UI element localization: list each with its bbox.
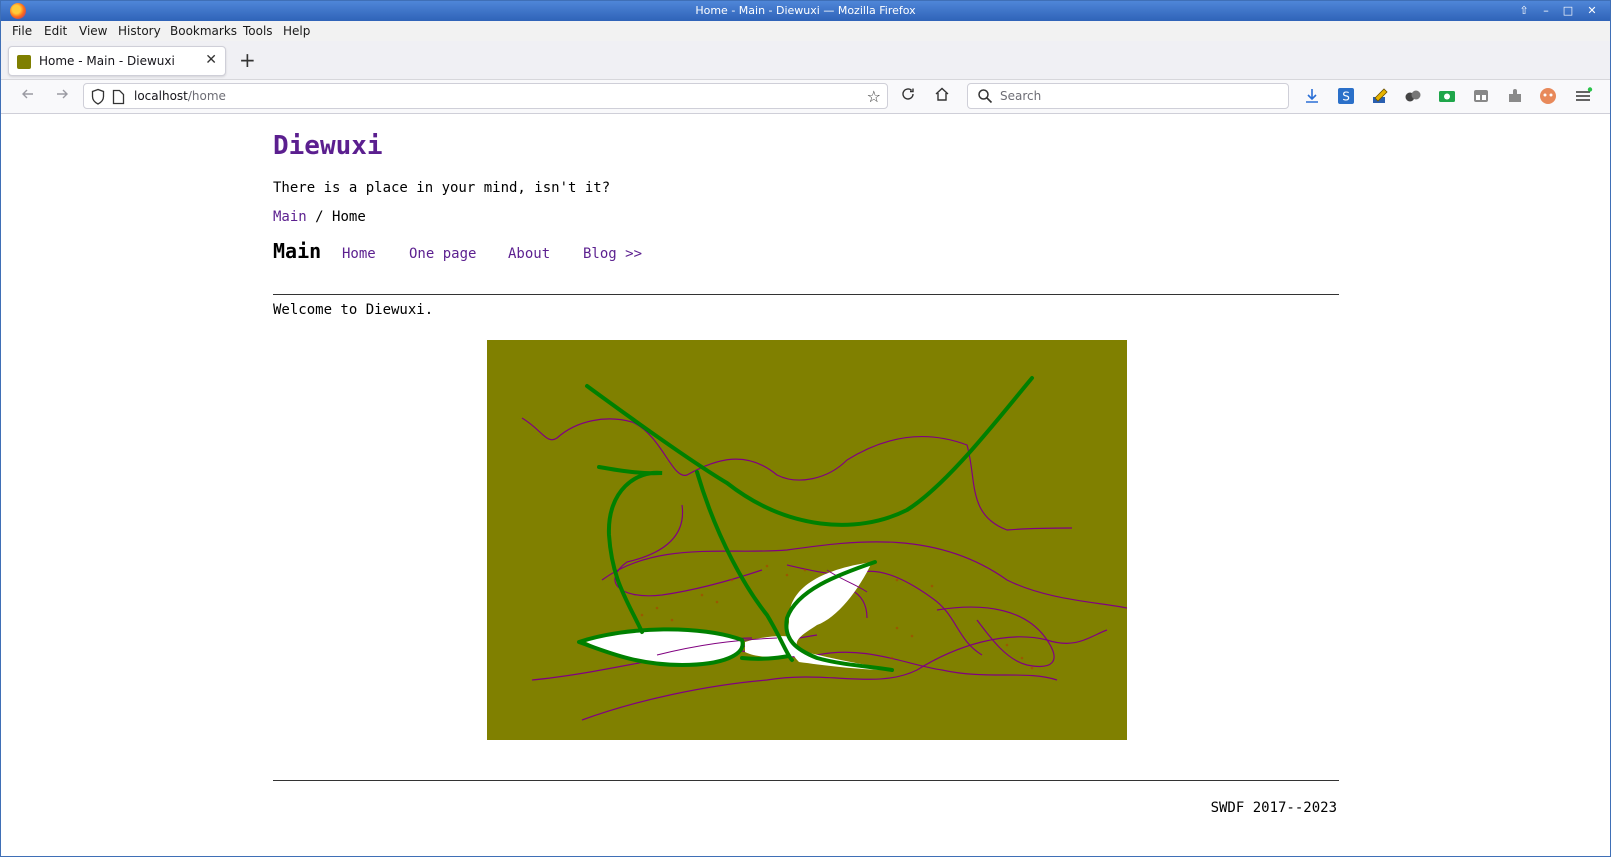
artwork-dot [803,568,807,572]
menu-history[interactable]: History [118,24,161,38]
navigation-bar: localhost/home ☆ Search S [1,80,1610,114]
maximize-button[interactable]: □ [1561,4,1575,18]
menu-bar: File Edit View History Bookmarks Tools H… [1,21,1610,41]
reload-icon [902,88,914,100]
menu-view[interactable]: View [79,24,107,38]
extension-money-icon[interactable] [1437,86,1457,106]
window-up-icon[interactable]: ⇧ [1517,4,1531,18]
breadcrumb-separator: / [315,209,324,225]
menu-tools[interactable]: Tools [243,24,273,38]
title-bar: Home - Main - Diewuxi — Mozilla Firefox … [1,1,1610,21]
artwork-dot [895,578,899,582]
artwork-dot [910,634,914,638]
back-arrow-icon [22,89,33,99]
extension-s-icon[interactable]: S [1336,86,1356,106]
browser-window: Home - Main - Diewuxi — Mozilla Firefox … [0,0,1611,857]
artwork-dot [715,600,719,604]
bookmark-star-icon[interactable]: ☆ [867,87,881,106]
site-tagline: There is a place in your mind, isn't it? [273,180,611,196]
downloads-icon[interactable] [1302,86,1322,106]
artwork-dot [1005,643,1009,647]
site-favicon-icon [17,55,31,69]
minimize-button[interactable]: – [1539,4,1553,18]
artwork-dot [670,618,674,622]
artwork-dot [785,573,789,577]
new-tab-button[interactable]: + [239,50,256,70]
home-button[interactable] [931,86,953,108]
artwork-dot [640,613,644,617]
extension-face-icon[interactable] [1538,86,1558,106]
shield-icon[interactable] [90,88,106,106]
welcome-text: Welcome to Diewuxi. [273,302,434,318]
close-tab-icon[interactable]: ✕ [205,52,217,68]
search-icon [978,89,993,104]
artwork-dot [1030,666,1034,670]
extension-puzzle-icon[interactable] [1505,86,1525,106]
search-placeholder: Search [1000,89,1042,103]
reload-button[interactable] [897,86,919,108]
tab-strip: Home - Main - Diewuxi ✕ + [1,41,1610,80]
breadcrumb: Main / Home [273,209,366,225]
artwork-dot [700,593,704,597]
tab-label: Home - Main - Diewuxi [39,54,175,68]
footer-text: SWDF 2017--2023 [1210,800,1337,816]
window-title: Home - Main - Diewuxi — Mozilla Firefox [695,4,916,17]
forward-button[interactable] [51,86,73,108]
menu-edit[interactable]: Edit [44,24,67,38]
back-button[interactable] [17,86,39,108]
extension-pen-icon[interactable] [1370,86,1390,106]
svg-text:S: S [1342,90,1350,104]
page-icon[interactable] [112,89,125,105]
artwork-dot [890,656,894,660]
close-window-button[interactable]: ✕ [1585,4,1599,18]
artwork-dot [730,578,734,582]
breadcrumb-main-link[interactable]: Main [273,209,307,225]
nav-blog-link[interactable]: Blog >> [583,246,642,262]
menu-bookmarks[interactable]: Bookmarks [170,24,237,38]
breadcrumb-current: Home [332,209,366,225]
footer-divider [273,780,1339,781]
nav-about-link[interactable]: About [508,246,550,262]
home-icon [935,87,949,101]
artwork-dot [895,626,899,630]
artwork-dot [930,584,934,588]
menu-file[interactable]: File [12,24,32,38]
url-text[interactable]: localhost/home [134,89,226,103]
page-content: Diewuxi There is a place in your mind, i… [1,114,1610,856]
artwork-image [487,340,1127,740]
header-divider [273,294,1339,295]
menu-help[interactable]: Help [283,24,310,38]
extension-window-icon[interactable] [1471,86,1491,106]
tab-home[interactable]: Home - Main - Diewuxi ✕ [8,46,226,76]
search-bar[interactable]: Search [967,83,1289,109]
artwork-dot [765,564,769,568]
nav-one-page-link[interactable]: One page [409,246,476,262]
extension-glasses-icon[interactable] [1403,86,1423,106]
artwork-dot [1020,656,1024,660]
url-bar[interactable]: localhost/home ☆ [83,83,888,109]
nav-home-link[interactable]: Home [342,246,376,262]
hamburger-menu-icon[interactable] [1573,86,1593,106]
section-title: Main [273,239,322,263]
artwork-background [487,340,1127,740]
site-title[interactable]: Diewuxi [273,131,383,161]
forward-arrow-icon [57,89,68,99]
artwork-dot [655,606,659,610]
